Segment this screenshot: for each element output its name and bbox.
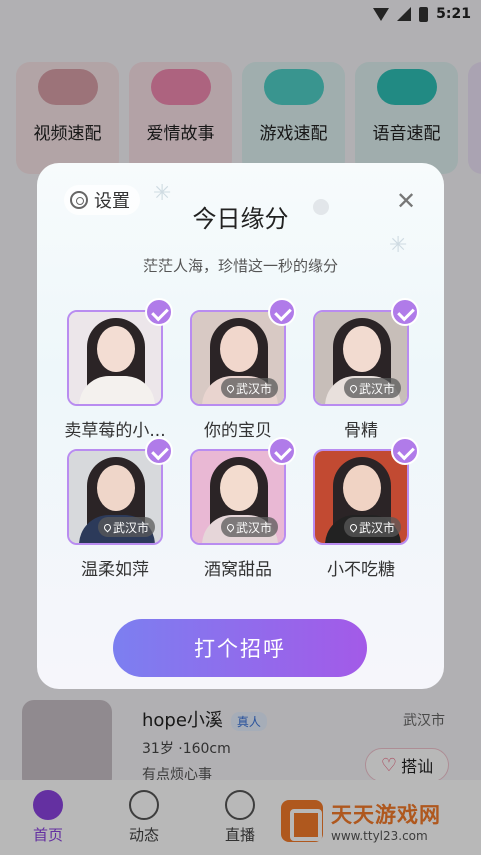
location-tag: 武汉市 [97, 517, 155, 537]
daily-match-dialog: ✳ ✳ 设置 ✕ 今日缘分 茫茫人海，珍惜这一秒的缘分 卖草莓的小... 武汉市… [37, 163, 444, 689]
profile-photo: 武汉市 [190, 310, 286, 406]
selected-check-icon[interactable] [268, 298, 296, 326]
profile-photo: 武汉市 [190, 449, 286, 545]
selected-check-icon[interactable] [145, 298, 173, 326]
location-tag: 武汉市 [220, 378, 278, 398]
selected-check-icon[interactable] [391, 298, 419, 326]
match-card[interactable]: 卖草莓的小... [64, 298, 173, 441]
match-card[interactable]: 武汉市 骨精 [313, 298, 419, 441]
match-card[interactable]: 武汉市 小不吃糖 [313, 437, 419, 580]
location-tag: 武汉市 [220, 517, 278, 537]
location-pin-icon [348, 522, 359, 532]
location-tag: 武汉市 [343, 378, 401, 398]
card-name: 酒窝甜品 [204, 560, 272, 580]
match-card[interactable]: 武汉市 你的宝贝 [190, 298, 296, 441]
card-name: 小不吃糖 [327, 560, 395, 580]
dialog-subtitle: 茫茫人海，珍惜这一秒的缘分 [142, 257, 338, 275]
location-pin-icon [102, 522, 113, 532]
match-grid: 卖草莓的小... 武汉市 你的宝贝 武汉市 骨精 武汉市 温柔如萍 武汉市 酒窝… [64, 298, 419, 580]
dialog-title: 今日缘分 [192, 205, 289, 233]
card-name: 温柔如萍 [81, 560, 149, 580]
location-pin-icon [225, 522, 236, 532]
profile-photo: 武汉市 [313, 449, 409, 545]
selected-check-icon[interactable] [268, 437, 296, 465]
match-card[interactable]: 武汉市 温柔如萍 [67, 437, 173, 580]
selected-check-icon[interactable] [391, 437, 419, 465]
match-card[interactable]: 武汉市 酒窝甜品 [190, 437, 296, 580]
profile-photo [67, 310, 163, 406]
selected-check-icon[interactable] [145, 437, 173, 465]
location-pin-icon [225, 383, 236, 393]
profile-photo: 武汉市 [313, 310, 409, 406]
location-pin-icon [348, 383, 359, 393]
say-hello-button[interactable]: 打个招呼 [113, 619, 367, 677]
profile-photo: 武汉市 [67, 449, 163, 545]
location-tag: 武汉市 [343, 517, 401, 537]
